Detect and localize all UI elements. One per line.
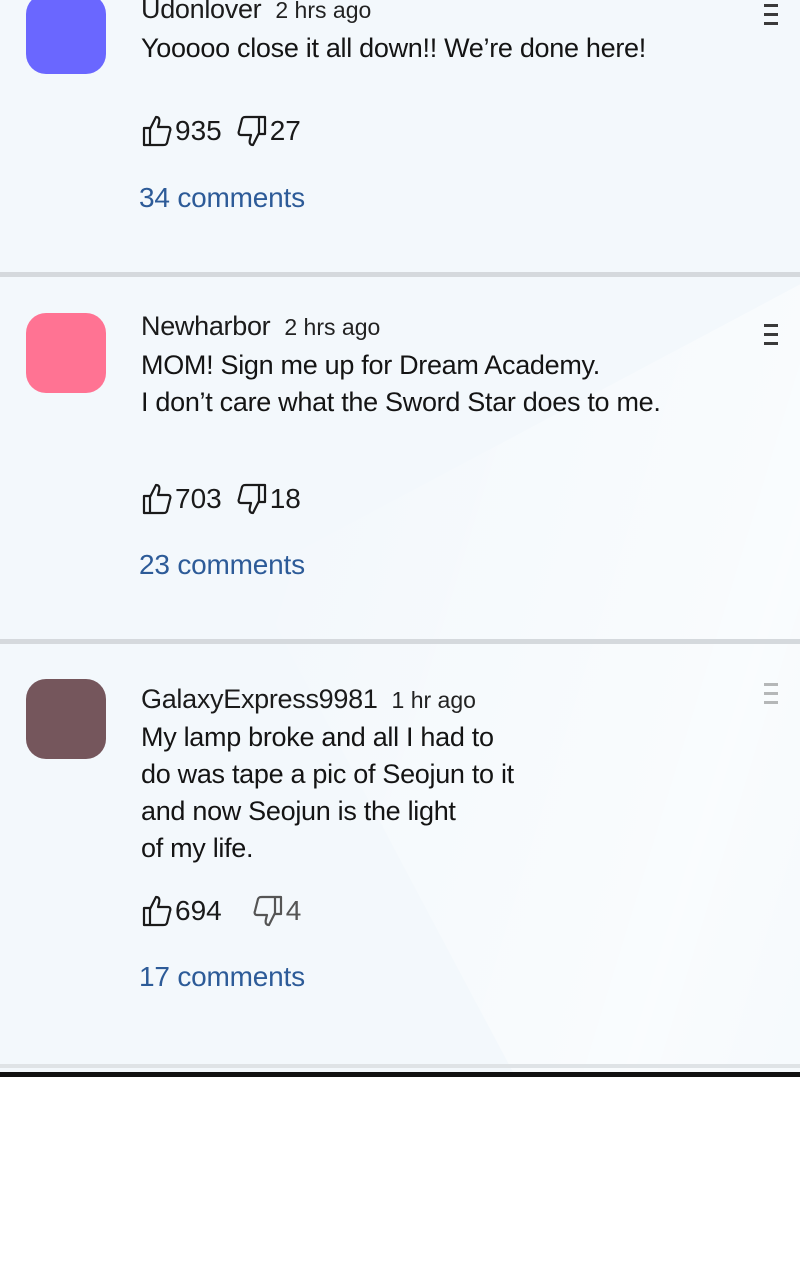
more-menu-icon[interactable]: [764, 683, 778, 710]
comment-text: MOM! Sign me up for Dream Academy. I don…: [141, 350, 661, 417]
comment-text: My lamp broke and all I had to do was ta…: [141, 722, 514, 863]
divider: [0, 272, 800, 277]
avatar[interactable]: [26, 313, 106, 393]
comment-time: 2 hrs ago: [284, 314, 381, 340]
thumbs-up-icon[interactable]: [141, 482, 173, 516]
avatar[interactable]: [26, 0, 106, 74]
dislike-count: 27: [269, 115, 301, 146]
thumbs-down-icon[interactable]: [236, 482, 268, 516]
divider: [0, 1064, 800, 1068]
dislike-count: 4: [285, 895, 302, 926]
comments-link[interactable]: 34 comments: [139, 182, 305, 214]
thumbs-up-icon[interactable]: [141, 894, 173, 928]
comment-author[interactable]: Newharbor: [141, 311, 271, 341]
dislike-count: 18: [269, 483, 301, 514]
comment-text: Yooooo close it all down!! We’re done he…: [141, 33, 646, 63]
like-count: 935: [175, 115, 222, 146]
bottom-border: [0, 1072, 800, 1077]
thumbs-up-icon[interactable]: [141, 114, 173, 148]
vote-row: 694 4: [141, 894, 315, 928]
vote-row: 703 18: [141, 482, 315, 516]
like-count: 703: [175, 483, 222, 514]
comment-meta: Udonlover 2 hrs ago: [141, 0, 371, 25]
comment-time: 1 hr ago: [391, 687, 476, 713]
more-menu-icon[interactable]: [764, 4, 778, 31]
comment-time: 2 hrs ago: [275, 0, 372, 23]
like-count: 694: [175, 895, 222, 926]
comments-link[interactable]: 17 comments: [139, 961, 305, 993]
comment-meta: Newharbor 2 hrs ago: [141, 311, 380, 342]
comment-author[interactable]: GalaxyExpress9981: [141, 684, 378, 714]
comment-meta: GalaxyExpress9981 1 hr ago: [141, 684, 476, 715]
thumbs-down-icon[interactable]: [252, 894, 284, 928]
avatar[interactable]: [26, 679, 106, 759]
comment-author[interactable]: Udonlover: [141, 0, 262, 24]
comments-link[interactable]: 23 comments: [139, 549, 305, 581]
comment-feed: Udonlover 2 hrs ago Yooooo close it all d…: [0, 0, 800, 1072]
thumbs-down-icon[interactable]: [236, 114, 268, 148]
vote-row: 935 27: [141, 114, 315, 148]
more-menu-icon[interactable]: [764, 324, 778, 351]
divider: [0, 639, 800, 644]
